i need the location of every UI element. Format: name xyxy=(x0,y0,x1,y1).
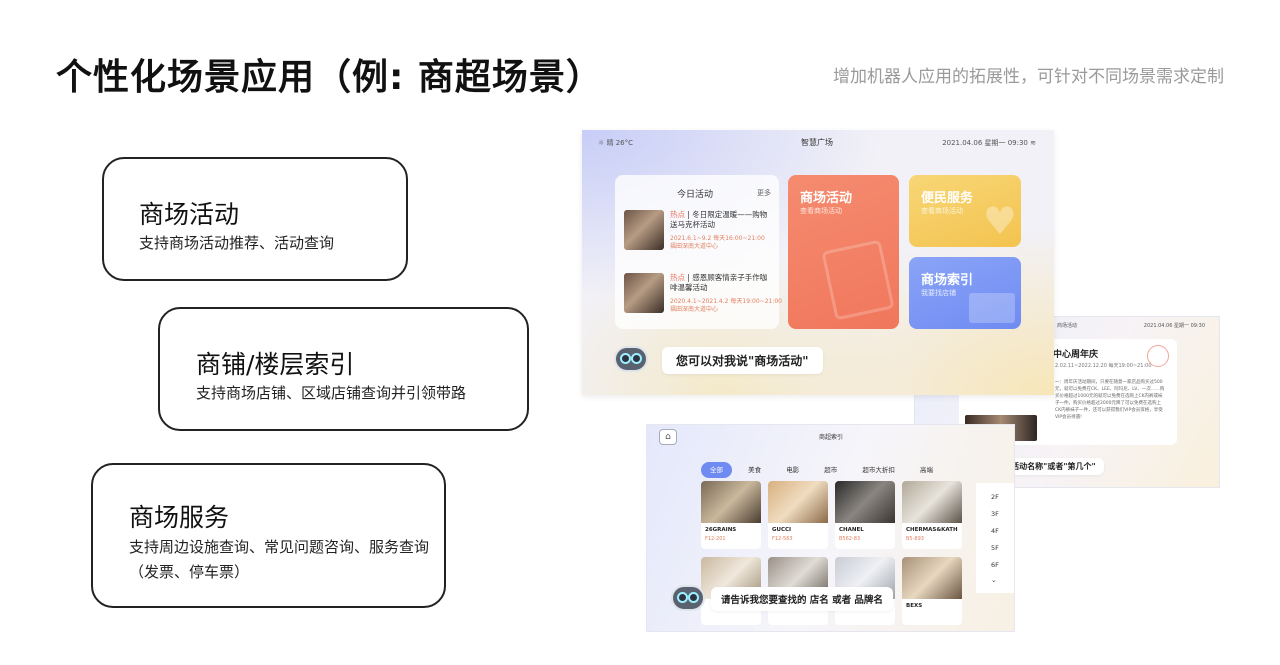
index-title: 商超索引 xyxy=(819,434,844,441)
robot-avatar-icon xyxy=(614,346,648,372)
chevron-down-icon[interactable]: ⌄ xyxy=(991,576,996,584)
event-header-datetime: 2021.04.06 星期一 09:30 xyxy=(1143,323,1205,329)
event-title: 中心周年庆 xyxy=(1053,350,1099,360)
chip-movie[interactable]: 电影 xyxy=(777,462,808,478)
chip-discount[interactable]: 超市大折扣 xyxy=(853,462,904,478)
activity-item[interactable]: 热点 | 感恩顾客情亲子手作咖啡温馨活动 2020.4.1~2021.4.2 每… xyxy=(624,273,782,323)
event-stamp-icon xyxy=(1147,345,1169,367)
more-link[interactable]: 更多 xyxy=(757,188,771,198)
activity-thumbnail xyxy=(624,210,664,250)
feature-title: 商场服务 xyxy=(129,503,230,532)
voice-prompt-bubble: 您可以对我说"商场活动" xyxy=(662,347,823,374)
event-date: 2.02.11~2022.12.20 每天19:00~21:00 xyxy=(1055,363,1152,369)
convenience-service-tile[interactable]: 便民服务 查看商场活动 ♥ xyxy=(909,175,1021,247)
category-chips: 全部 美食 电影 超市 超市大折扣 高端 xyxy=(701,457,944,478)
home-screen: ☼ 晴 26°C 智慧广场 2021.04.06 星期一 09:30 ≋ 今日活… xyxy=(582,130,1054,395)
chip-all[interactable]: 全部 xyxy=(701,462,732,478)
feature-desc: 支持商场店铺、区域店铺查询并引领带路 xyxy=(196,384,467,402)
feature-title: 商场活动 xyxy=(139,200,240,229)
feature-desc: 支持周边设施查询、常见问题咨询、服务查询（发票、停车票） xyxy=(129,538,430,581)
shop-card[interactable]: GUCCI F12-563 xyxy=(768,481,828,549)
chip-food[interactable]: 美食 xyxy=(739,462,770,478)
activity-item[interactable]: 热点 | 冬日限定温暖——购物送马克杯活动 2021.6.1~9.2 每天16:… xyxy=(624,210,774,260)
floor-item[interactable]: 2F xyxy=(991,493,999,501)
ticket-icon xyxy=(821,239,895,321)
weather-status: ☼ 晴 26°C xyxy=(598,139,634,147)
today-title: 今日活动 xyxy=(677,190,714,200)
shop-card[interactable]: CHANEL B562-83 xyxy=(835,481,895,549)
event-header-label: 商场活动 xyxy=(1057,323,1078,329)
wifi-icon: ≋ xyxy=(1030,139,1036,147)
datetime-status: 2021.04.06 星期一 09:30 ≋ xyxy=(942,139,1036,147)
floor-item[interactable]: 5F xyxy=(991,544,999,552)
page-subtitle: 增加机器人应用的拓展性，可针对不同场景需求定制 xyxy=(833,67,1224,87)
shop-card[interactable]: BEXS xyxy=(902,557,962,625)
app-title: 智慧广场 xyxy=(801,138,833,147)
feature-card-activity: 商场活动 支持商场活动推荐、活动查询 xyxy=(102,157,408,281)
activity-thumbnail xyxy=(624,273,664,313)
event-description: 一：周年庆活动期间，只要在随意一家店品购买过500元，就可以免费在CK、LEE、… xyxy=(1055,380,1165,420)
floor-item[interactable]: 6F xyxy=(991,561,999,569)
floor-item[interactable]: 4F xyxy=(991,527,999,535)
heart-hand-icon: ♥ xyxy=(982,199,1017,243)
feature-title: 商铺/楼层索引 xyxy=(196,350,355,379)
shop-card[interactable]: 26GRAINS F12-201 xyxy=(701,481,761,549)
feature-card-index: 商铺/楼层索引 支持商场店铺、区域店铺查询并引领带路 xyxy=(158,307,529,431)
store-index-screen: ⌂ 商超索引 全部 美食 电影 超市 超市大折扣 高端 26GRAINS F12… xyxy=(646,424,1015,632)
floor-list: 2F 3F 4F 5F 6F ⌄ xyxy=(976,483,1014,593)
map-icon xyxy=(969,293,1015,323)
chip-supermarket[interactable]: 超市 xyxy=(815,462,846,478)
home-icon[interactable]: ⌂ xyxy=(659,429,677,445)
mall-activity-tile[interactable]: 商场活动 查看商场活动 xyxy=(788,175,899,329)
today-activities-panel: 今日活动 更多 热点 | 冬日限定温暖——购物送马克杯活动 2021.6.1~9… xyxy=(615,175,782,329)
voice-prompt-bubble: 请告诉我您要查找的 店名 或者 品牌名 xyxy=(711,587,893,611)
chip-luxury[interactable]: 高端 xyxy=(911,462,942,478)
floor-item[interactable]: 3F xyxy=(991,510,999,518)
feature-card-service: 商场服务 支持周边设施查询、常见问题咨询、服务查询（发票、停车票） xyxy=(91,463,446,608)
robot-avatar-icon xyxy=(671,585,705,611)
shop-card[interactable]: CHERMAS&KATH B5-893 xyxy=(902,481,962,549)
page-title: 个性化场景应用（例: 商超场景） xyxy=(56,57,603,98)
mall-index-tile[interactable]: 商场索引 我要找店铺 xyxy=(909,257,1021,329)
feature-desc: 支持商场活动推荐、活动查询 xyxy=(139,234,335,252)
